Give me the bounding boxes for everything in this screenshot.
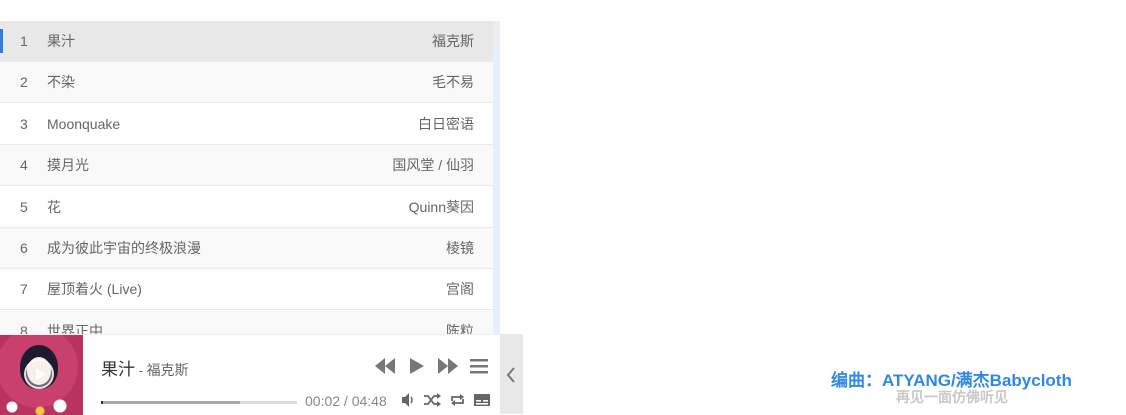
lyrics-next-line: 再见一面仿佛听见: [896, 389, 1008, 405]
playlist-item-artist: 毛不易: [432, 74, 474, 91]
skip-back-icon[interactable]: [375, 358, 395, 376]
list-menu-icon[interactable]: [470, 358, 488, 376]
playlist-item-title: 不染: [47, 74, 75, 91]
chevron-left-icon: [506, 367, 515, 383]
playlist-item-title: 屋顶着火 (Live): [47, 281, 142, 298]
playlist-item-title: 花: [47, 198, 61, 215]
scrollbar-thumb[interactable]: [493, 21, 500, 41]
playlist-item-index: 2: [20, 74, 28, 91]
playlist-item-artist: 福克斯: [432, 33, 474, 49]
playlist-item[interactable]: 2 不染 毛不易: [0, 62, 493, 104]
playlist-item-index: 6: [20, 240, 28, 256]
playlist-item-artist: 国风堂 / 仙羽: [392, 157, 474, 174]
playlist-item-artist: Quinn葵因: [408, 198, 474, 215]
playlist-item[interactable]: 5 花 Quinn葵因: [0, 187, 493, 228]
lyrics-icon[interactable]: [474, 393, 490, 407]
playlist-item[interactable]: 4 摸月光 国风堂 / 仙羽: [0, 145, 493, 187]
playlist: 1 果汁 福克斯 2 不染 毛不易 3 Moonquake 白日密语 4 摸月光 国风堂 / 仙羽 5 花…: [0, 21, 500, 334]
playlist-item-title: Moonquake: [47, 115, 121, 132]
loop-icon[interactable]: [450, 393, 465, 407]
playlist-item-index: 8: [20, 322, 28, 334]
cover-play-icon[interactable]: [24, 359, 54, 389]
progress-loaded: [101, 401, 241, 404]
playlist-item-title: 世界正中: [47, 322, 103, 334]
playlist-item-title: 摸月光: [47, 157, 89, 174]
progress-bar[interactable]: [101, 401, 297, 404]
cover-art-flowers: [0, 397, 83, 415]
playlist-item-artist: 宫阁: [446, 281, 474, 298]
playlist-item-index: 7: [20, 281, 28, 298]
playlist-item-index: 1: [20, 33, 28, 49]
playlist-scrollbar[interactable]: [493, 21, 500, 334]
playlist-item-artist: 陈粒: [446, 322, 474, 334]
time-display: 00:02 / 04:48: [305, 393, 387, 409]
volume-icon[interactable]: [402, 393, 415, 407]
active-indicator: [0, 29, 3, 53]
album-cover[interactable]: [0, 335, 83, 415]
now-playing-separator: -: [135, 363, 147, 378]
playlist-item-title: 成为彼此宇宙的终极浪漫: [47, 240, 201, 256]
playlist-item[interactable]: 3 Moonquake 白日密语: [0, 104, 493, 145]
playlist-item-index: 4: [20, 157, 28, 174]
mini-player: 果汁 - 福克斯 00:02 / 04:48: [0, 334, 500, 415]
shuffle-icon[interactable]: [424, 393, 441, 407]
playlist-item[interactable]: 6 成为彼此宇宙的终极浪漫 棱镜: [0, 228, 493, 269]
play-icon[interactable]: [409, 358, 425, 376]
now-playing-artist: 福克斯: [146, 362, 189, 378]
progress-played: [101, 401, 103, 404]
playlist-item-title: 果汁: [47, 33, 75, 49]
playlist-item-artist: 白日密语: [418, 115, 474, 132]
player-collapse-toggle[interactable]: [500, 334, 523, 414]
playlist-item-index: 5: [20, 198, 28, 215]
now-playing-title: 果汁: [101, 360, 135, 379]
now-playing: 果汁 - 福克斯: [101, 355, 189, 380]
playlist-item[interactable]: 8 世界正中 陈粒: [0, 310, 493, 334]
playlist-item[interactable]: 7 屋顶着火 (Live) 宫阁: [0, 269, 493, 311]
playlist-item-index: 3: [20, 115, 28, 132]
playlist-item-artist: 棱镜: [446, 240, 474, 256]
playlist-item[interactable]: 1 果汁 福克斯: [0, 21, 493, 62]
skip-forward-icon[interactable]: [438, 358, 458, 376]
